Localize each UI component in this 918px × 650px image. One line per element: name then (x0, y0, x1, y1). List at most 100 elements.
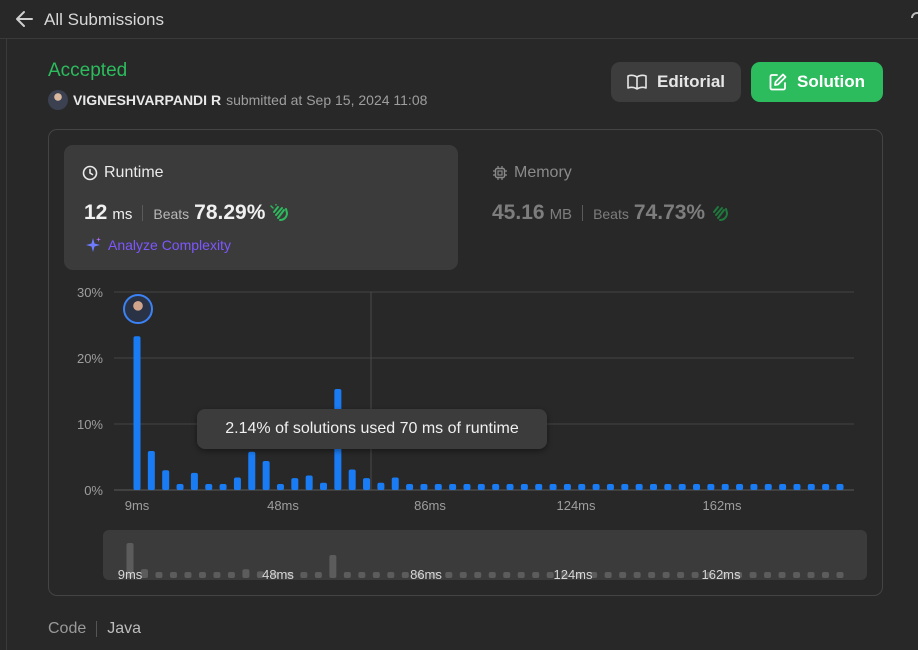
runtime-title-text: Runtime (104, 164, 164, 181)
all-submissions-link[interactable]: All Submissions (44, 10, 164, 30)
slider-bar (633, 572, 641, 578)
editorial-label: Editorial (656, 72, 725, 91)
solution-button[interactable]: Solution (751, 62, 883, 102)
arrow-left-icon[interactable] (14, 9, 36, 29)
book-icon (627, 74, 647, 90)
chart-bar (520, 484, 528, 490)
slider-bar (387, 572, 395, 578)
slider-bar (532, 572, 540, 578)
chart-bar (664, 484, 672, 490)
slider-bar (401, 572, 409, 578)
top-bar: All Submissions (0, 0, 918, 39)
slider-bar (677, 572, 685, 578)
submitted-at: submitted at Sep 15, 2024 11:08 (226, 92, 428, 108)
memory-beats-label: Beats (593, 206, 629, 222)
slider-bar (329, 555, 337, 578)
chart-bar (320, 482, 328, 490)
clock-icon (82, 165, 98, 181)
avatar[interactable] (123, 294, 153, 324)
slider-bar (372, 572, 380, 578)
slider-bar (604, 572, 612, 578)
avatar[interactable] (48, 90, 68, 110)
slider-bar (198, 572, 206, 578)
runtime-stats: 12 ms Beats 78.29% (84, 201, 290, 225)
chart-bar (535, 484, 543, 490)
chart-bar (162, 470, 170, 490)
slider-bar (619, 572, 627, 578)
chart-bar (549, 484, 557, 490)
runtime-unit: ms (112, 206, 133, 223)
chart-bar (434, 484, 442, 490)
divider (142, 205, 144, 221)
username[interactable]: VIGNESHVARPANDI R (73, 92, 221, 108)
slider-bar (474, 572, 482, 578)
y-tick-label: 30% (77, 285, 103, 300)
chip-icon (493, 166, 507, 180)
slider-bar (836, 572, 844, 578)
runtime-beats-value: 78.29% (194, 201, 266, 224)
chart-bar (606, 484, 614, 490)
code-header: Code Java (48, 620, 141, 638)
chart-bar (492, 484, 500, 490)
submission-meta: VIGNESHVARPANDI R submitted at Sep 15, 2… (48, 90, 427, 110)
memory-beats-value: 74.73% (633, 201, 706, 224)
slider-bar (314, 572, 322, 578)
chart-bar (233, 477, 241, 490)
chart-bar (391, 477, 399, 490)
chart-bar (736, 484, 744, 490)
chart-bar (205, 484, 213, 490)
analyze-complexity-link[interactable]: Analyze Complexity (84, 236, 231, 254)
memory-unit: MB (549, 206, 573, 223)
chart-bar (348, 469, 356, 490)
slider-bar (488, 572, 496, 578)
slider-bar (807, 572, 815, 578)
slider-bar (242, 569, 250, 578)
y-tick-label: 10% (77, 417, 103, 432)
chart-bar (578, 484, 586, 490)
runtime-value: 12 (84, 201, 108, 224)
chart-bar (406, 484, 414, 490)
edit-icon (769, 73, 787, 91)
chart-bar (836, 484, 844, 490)
link-icon[interactable] (906, 8, 918, 28)
slider-tick-label: 86ms (410, 567, 442, 582)
chart-bar (377, 482, 385, 490)
slider-bar (517, 572, 525, 578)
memory-title-text: Memory (514, 164, 572, 181)
memory-value: 45.16 (492, 201, 545, 224)
slider-bar (227, 572, 235, 578)
clap-icon (270, 204, 289, 221)
chart-bar (721, 484, 729, 490)
y-tick-label: 0% (84, 483, 103, 498)
slider-bar (459, 572, 467, 578)
code-label: Code (48, 620, 87, 637)
chart-bar (219, 484, 227, 490)
chart-bar (563, 484, 571, 490)
language-label[interactable]: Java (107, 620, 141, 638)
chart-bar (420, 484, 428, 490)
chart-bar (506, 484, 514, 490)
chart-bar (750, 484, 758, 490)
slider-bar (169, 572, 177, 578)
slider-bar (793, 572, 801, 578)
chart-bar (621, 484, 629, 490)
chart-bar (463, 484, 471, 490)
chart-bar (649, 484, 657, 490)
memory-title[interactable]: Memory (492, 164, 572, 182)
analyze-complexity-label: Analyze Complexity (108, 237, 231, 253)
slider-bar (358, 572, 366, 578)
chart-bar (807, 484, 815, 490)
slider-tick-label: 9ms (118, 567, 143, 582)
slider-bar (662, 572, 670, 578)
y-tick-label: 20% (77, 351, 103, 366)
x-tick-label: 124ms (556, 498, 596, 513)
x-tick-label: 86ms (414, 498, 446, 513)
chart-bar (449, 484, 457, 490)
x-tick-label: 48ms (267, 498, 299, 513)
runtime-title: Runtime (82, 164, 164, 182)
chart-bar (693, 484, 701, 490)
editorial-button[interactable]: Editorial (611, 62, 741, 102)
slider-bar (445, 572, 453, 578)
solution-label: Solution (797, 72, 865, 91)
slider-bar (300, 572, 308, 578)
